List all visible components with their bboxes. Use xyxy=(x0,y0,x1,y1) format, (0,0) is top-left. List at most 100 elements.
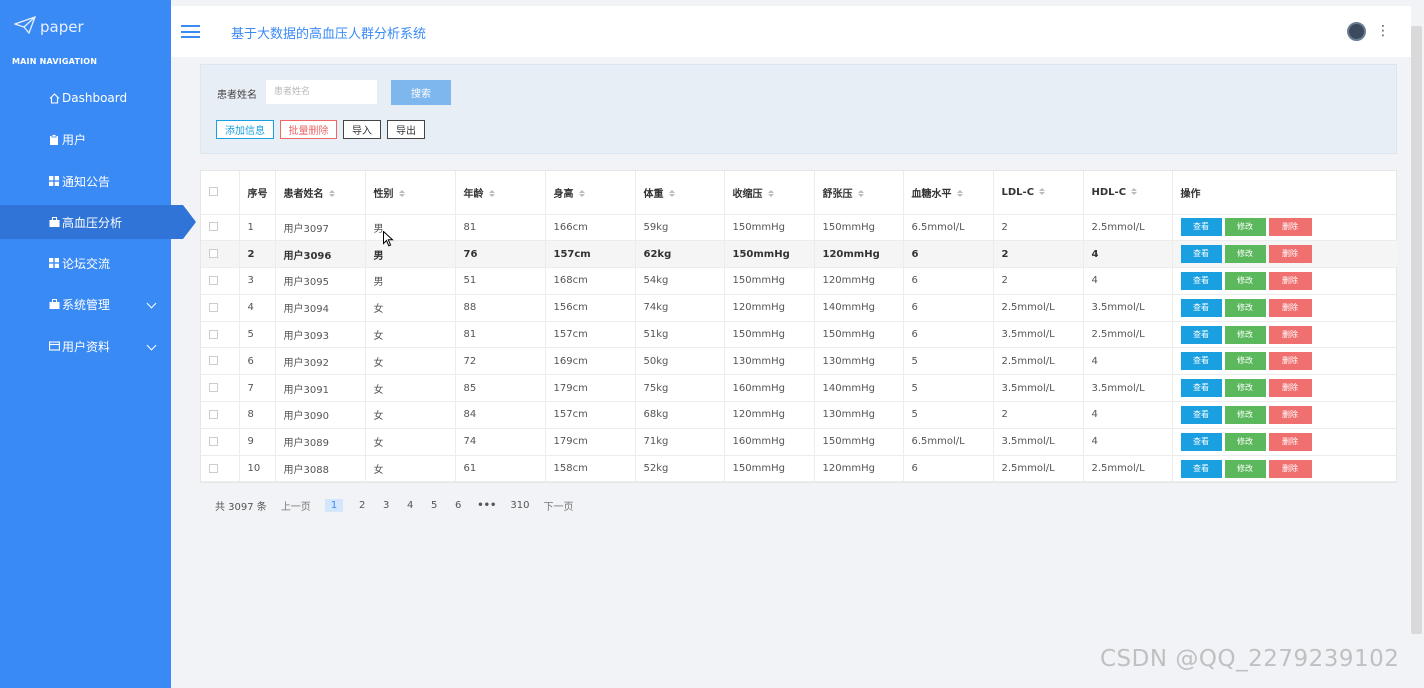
row-checkbox[interactable] xyxy=(209,436,218,446)
edit-button[interactable]: 修改 xyxy=(1224,218,1266,237)
edit-button[interactable]: 修改 xyxy=(1224,405,1266,424)
page-number[interactable]: 5 xyxy=(429,500,439,511)
sort-icon[interactable] xyxy=(857,190,864,198)
view-button[interactable]: 查看 xyxy=(1180,379,1222,398)
column-header-systolic[interactable]: 收缩压 xyxy=(724,171,815,215)
delete-button[interactable]: 删除 xyxy=(1268,218,1312,237)
edit-button[interactable]: 修改 xyxy=(1224,352,1266,371)
edit-button[interactable]: 修改 xyxy=(1224,271,1266,290)
import-button[interactable]: 导入 xyxy=(343,120,381,139)
sidebar-item-users[interactable]: 用户 xyxy=(0,122,171,156)
sidebar-item-system-management[interactable]: 系统管理 xyxy=(0,287,171,321)
row-checkbox[interactable] xyxy=(209,463,218,473)
sort-icon[interactable] xyxy=(1131,188,1138,196)
table-row[interactable]: 8 用户3090 女 84 157cm 68kg 120mmHg 130mmHg 5 2 4 查看 修改… xyxy=(201,401,1397,429)
table-row[interactable]: 9 用户3089 女 74 179cm 71kg 160mmHg 150mmHg 6.5mmol… xyxy=(201,428,1397,456)
sidebar-item-dashboard[interactable]: Dashboard xyxy=(0,81,171,115)
view-button[interactable]: 查看 xyxy=(1180,218,1222,237)
select-all-checkbox[interactable] xyxy=(209,187,218,197)
column-header-index: 序号 xyxy=(239,171,276,215)
row-checkbox[interactable] xyxy=(209,329,218,339)
scrollbar[interactable] xyxy=(1411,26,1422,634)
view-button[interactable]: 查看 xyxy=(1180,271,1222,290)
sort-icon[interactable] xyxy=(767,190,774,198)
row-checkbox[interactable] xyxy=(209,249,218,259)
view-button[interactable]: 查看 xyxy=(1180,325,1222,344)
page-number[interactable]: 4 xyxy=(405,500,415,511)
sort-icon[interactable] xyxy=(668,190,675,198)
column-header-height[interactable]: 身高 xyxy=(545,171,636,215)
column-header-hdl[interactable]: HDL-C xyxy=(1083,171,1173,215)
edit-button[interactable]: 修改 xyxy=(1224,432,1266,451)
sort-icon[interactable] xyxy=(488,190,495,198)
sort-icon[interactable] xyxy=(1039,188,1046,196)
sort-icon[interactable] xyxy=(328,190,335,198)
edit-button[interactable]: 修改 xyxy=(1224,298,1266,317)
menu-toggle-icon[interactable] xyxy=(181,25,200,38)
view-button[interactable]: 查看 xyxy=(1180,245,1222,264)
page-number[interactable]: 310 xyxy=(510,500,529,511)
view-button[interactable]: 查看 xyxy=(1180,432,1222,451)
page-ellipsis[interactable]: ••• xyxy=(477,500,496,511)
column-header-name[interactable]: 患者姓名 xyxy=(275,171,366,215)
page-number[interactable]: 3 xyxy=(381,500,391,511)
delete-button[interactable]: 删除 xyxy=(1268,459,1312,478)
patient-name-input[interactable] xyxy=(266,80,377,104)
edit-button[interactable]: 修改 xyxy=(1224,459,1266,478)
delete-button[interactable]: 删除 xyxy=(1268,298,1312,317)
next-page-button[interactable]: 下一页 xyxy=(543,498,573,513)
table-row[interactable]: 5 用户3093 女 81 157cm 51kg 150mmHg 150mmHg 6 3.5mmo… xyxy=(201,321,1397,349)
column-header-blood-sugar[interactable]: 血糖水平 xyxy=(903,171,994,215)
add-info-button[interactable]: 添加信息 xyxy=(216,120,274,139)
sort-icon[interactable] xyxy=(398,190,405,198)
edit-button[interactable]: 修改 xyxy=(1224,245,1266,264)
table-row[interactable]: 10 用户3088 女 61 158cm 52kg 150mmHg 120mmHg 6 2.5mm… xyxy=(201,455,1397,483)
more-options-icon[interactable]: ⋮ xyxy=(1376,22,1390,40)
column-header-age[interactable]: 年龄 xyxy=(455,171,546,215)
delete-button[interactable]: 删除 xyxy=(1268,245,1312,264)
row-checkbox[interactable] xyxy=(209,409,218,419)
delete-button[interactable]: 删除 xyxy=(1268,432,1312,451)
row-checkbox[interactable] xyxy=(209,222,218,232)
row-checkbox[interactable] xyxy=(209,275,218,285)
page-number[interactable]: 6 xyxy=(453,500,463,511)
export-button[interactable]: 导出 xyxy=(387,120,425,139)
sort-icon[interactable] xyxy=(956,190,963,198)
table-row[interactable]: 3 用户3095 男 51 168cm 54kg 150mmHg 120mmHg 6 2 4 查看 修改… xyxy=(201,267,1397,295)
delete-button[interactable]: 删除 xyxy=(1268,271,1312,290)
page-number-current[interactable]: 1 xyxy=(324,498,344,512)
avatar[interactable] xyxy=(1347,22,1366,41)
table-row[interactable]: 4 用户3094 女 88 156cm 74kg 120mmHg 140mmHg 6 2.5mmo… xyxy=(201,294,1397,322)
table-row[interactable]: 1 用户3097 男 81 166cm 59kg 150mmHg 150mmHg 6.5mmol… xyxy=(201,214,1397,242)
sidebar-item-forum[interactable]: 论坛交流 xyxy=(0,246,171,280)
row-checkbox[interactable] xyxy=(209,356,218,366)
view-button[interactable]: 查看 xyxy=(1180,298,1222,317)
sort-icon[interactable] xyxy=(578,190,585,198)
column-header-diastolic[interactable]: 舒张压 xyxy=(814,171,904,215)
batch-delete-button[interactable]: 批量删除 xyxy=(280,120,337,139)
row-checkbox[interactable] xyxy=(209,383,218,393)
edit-button[interactable]: 修改 xyxy=(1224,379,1266,398)
view-button[interactable]: 查看 xyxy=(1180,352,1222,371)
view-button[interactable]: 查看 xyxy=(1180,405,1222,424)
sidebar-item-notices[interactable]: 通知公告 xyxy=(0,164,171,198)
sidebar-item-user-profile[interactable]: 用户资料 xyxy=(0,329,171,363)
delete-button[interactable]: 删除 xyxy=(1268,405,1312,424)
search-button[interactable]: 搜索 xyxy=(391,80,451,105)
delete-button[interactable]: 删除 xyxy=(1268,379,1312,398)
column-header-weight[interactable]: 体重 xyxy=(635,171,725,215)
edit-button[interactable]: 修改 xyxy=(1224,325,1266,344)
column-header-gender[interactable]: 性别 xyxy=(365,171,456,215)
column-header-ldl[interactable]: LDL-C xyxy=(993,171,1084,215)
row-checkbox[interactable] xyxy=(209,302,218,312)
page-number[interactable]: 2 xyxy=(357,500,367,511)
table-row[interactable]: 7 用户3091 女 85 179cm 75kg 160mmHg 140mmHg 5 3.5mmo… xyxy=(201,374,1397,403)
delete-button[interactable]: 删除 xyxy=(1268,352,1312,371)
table-row[interactable]: 6 用户3092 女 72 169cm 50kg 130mmHg 130mmHg 5 2.5mmo… xyxy=(201,347,1397,376)
logo[interactable]: paper xyxy=(12,15,84,38)
sidebar-item-hypertension-analysis[interactable]: 高血压分析 xyxy=(0,205,196,239)
table-row[interactable]: 2 用户3096 男 76 157cm 62kg 150mmHg 120mmHg 6 2 4 查看 修改… xyxy=(201,240,1397,269)
delete-button[interactable]: 删除 xyxy=(1268,325,1312,344)
prev-page-button[interactable]: 上一页 xyxy=(281,498,311,513)
view-button[interactable]: 查看 xyxy=(1180,459,1222,478)
